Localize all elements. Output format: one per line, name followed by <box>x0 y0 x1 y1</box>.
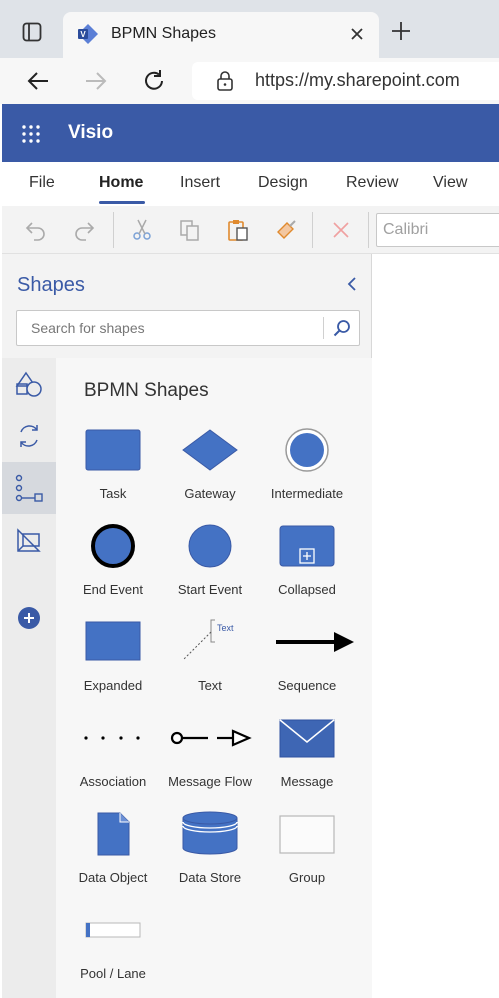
expanded-subprocess-icon <box>85 621 141 661</box>
tab-view[interactable]: View <box>433 174 467 192</box>
shape-group[interactable]: Group <box>258 802 356 892</box>
active-tab-indicator <box>99 201 145 204</box>
toolbar-separator <box>368 212 369 248</box>
pane-title: Shapes <box>17 274 85 296</box>
collapsed-subprocess-icon <box>279 525 335 567</box>
shape-label: Group <box>288 870 326 885</box>
cut-icon[interactable] <box>130 218 154 242</box>
cycle-arrows-icon <box>20 425 38 447</box>
shape-label: Message <box>280 774 334 789</box>
search-icon[interactable] <box>333 319 351 337</box>
shape-expanded[interactable]: Expanded <box>64 610 162 700</box>
text-annotation-icon: Text <box>182 619 234 661</box>
association-icon <box>84 736 140 740</box>
shape-text[interactable]: Text Text <box>161 610 259 700</box>
sequence-flow-icon <box>276 632 354 652</box>
shape-intermediate[interactable]: Intermediate <box>258 418 356 508</box>
back-arrow-icon[interactable] <box>25 68 51 94</box>
group-box-icon <box>279 815 335 854</box>
pool-lane-icon <box>85 922 141 938</box>
close-tab-icon[interactable] <box>347 24 367 44</box>
shape-association[interactable]: Association <box>64 706 162 796</box>
tab-insert[interactable]: Insert <box>180 174 220 192</box>
shape-start-event[interactable]: Start Event <box>161 514 259 604</box>
toolbar-separator <box>113 212 114 248</box>
new-tab-icon[interactable] <box>390 20 412 42</box>
copy-icon[interactable] <box>178 218 202 242</box>
font-name-field[interactable]: Calibri <box>376 213 499 247</box>
paste-icon[interactable] <box>226 218 250 242</box>
flowchart-icon <box>15 474 43 502</box>
add-stencil-button[interactable] <box>2 592 56 644</box>
stencil-category-rail <box>2 358 56 998</box>
forward-arrow-icon[interactable] <box>83 68 109 94</box>
lock-icon <box>217 71 233 91</box>
app-launcher-icon[interactable] <box>22 125 40 143</box>
window-menu-icon[interactable] <box>22 22 42 42</box>
shape-collapsed[interactable]: Collapsed <box>258 514 356 604</box>
address-bar[interactable]: https://my.sharepoint.com <box>192 62 499 100</box>
rail-bpmn-shapes[interactable] <box>2 462 56 514</box>
rail-drafting-shapes[interactable] <box>2 514 56 566</box>
rail-cycle-shapes[interactable] <box>2 410 56 462</box>
refresh-icon[interactable] <box>141 68 167 94</box>
message-envelope-icon <box>279 719 335 758</box>
app-name[interactable]: Visio <box>68 122 113 144</box>
ribbon-toolbar: Calibri <box>2 206 499 254</box>
search-input[interactable]: Search for shapes <box>31 320 145 336</box>
start-event-icon <box>188 524 232 568</box>
task-shape-icon <box>85 429 141 471</box>
message-flow-icon <box>170 729 252 747</box>
browser-tab-strip: V BPMN Shapes <box>0 0 499 58</box>
app-header: Visio <box>2 104 499 162</box>
ribbon-tabs: File Home Insert Design Review View <box>2 162 499 206</box>
shape-sequence[interactable]: Sequence <box>258 610 356 700</box>
shape-pool-lane[interactable]: Pool / Lane <box>64 898 162 988</box>
tab-design[interactable]: Design <box>258 174 308 192</box>
stencil-title: BPMN Shapes <box>84 380 209 401</box>
browser-tab[interactable]: V BPMN Shapes <box>63 12 379 58</box>
tab-home[interactable]: Home <box>99 174 143 192</box>
shape-message[interactable]: Message <box>258 706 356 796</box>
format-painter-icon[interactable] <box>274 218 298 242</box>
tab-review[interactable]: Review <box>346 174 398 192</box>
browser-navbar: https://my.sharepoint.com <box>0 58 499 104</box>
add-circle-icon <box>18 607 40 629</box>
collapse-pane-icon[interactable] <box>345 276 359 292</box>
redo-icon[interactable] <box>72 218 96 242</box>
toolbar-separator <box>312 212 313 248</box>
shape-gateway[interactable]: Gateway <box>161 418 259 508</box>
bpmn-stencil: BPMN Shapes Task Gateway Intermediate En… <box>56 358 372 998</box>
shape-label: Collapsed <box>278 582 336 597</box>
shape-message-flow[interactable]: Message Flow <box>161 706 259 796</box>
shape-search-box[interactable]: Search for shapes <box>16 310 360 346</box>
svg-text:V: V <box>80 30 86 39</box>
visio-favicon-icon: V <box>78 24 98 44</box>
shape-task[interactable]: Task <box>64 418 162 508</box>
shape-label: Pool / Lane <box>80 966 146 981</box>
undo-icon[interactable] <box>24 218 48 242</box>
shape-label: Intermediate <box>270 486 344 501</box>
end-event-icon <box>91 524 135 568</box>
tab-file[interactable]: File <box>29 174 55 192</box>
basic-shapes-icon <box>15 371 42 397</box>
shapes-pane: Shapes Search for shapes BPMN Shapes Tas… <box>2 254 372 998</box>
shape-end-event[interactable]: End Event <box>64 514 162 604</box>
shape-data-object[interactable]: Data Object <box>64 802 162 892</box>
drafting-icon <box>17 528 41 552</box>
drawing-canvas[interactable] <box>372 254 499 998</box>
search-divider <box>323 317 324 339</box>
annotation-text: Text <box>217 623 234 633</box>
shape-data-store[interactable]: Data Store <box>161 802 259 892</box>
shape-label: Sequence <box>277 678 337 693</box>
tab-title: BPMN Shapes <box>111 25 216 42</box>
intermediate-event-icon <box>285 428 329 472</box>
data-store-icon <box>182 811 238 855</box>
rail-basic-shapes[interactable] <box>2 358 56 410</box>
data-object-icon <box>97 812 130 856</box>
font-name-value: Calibri <box>383 221 429 238</box>
url-text: https://my.sharepoint.com <box>255 70 460 90</box>
delete-icon[interactable] <box>329 218 353 242</box>
gateway-shape-icon <box>182 429 238 471</box>
